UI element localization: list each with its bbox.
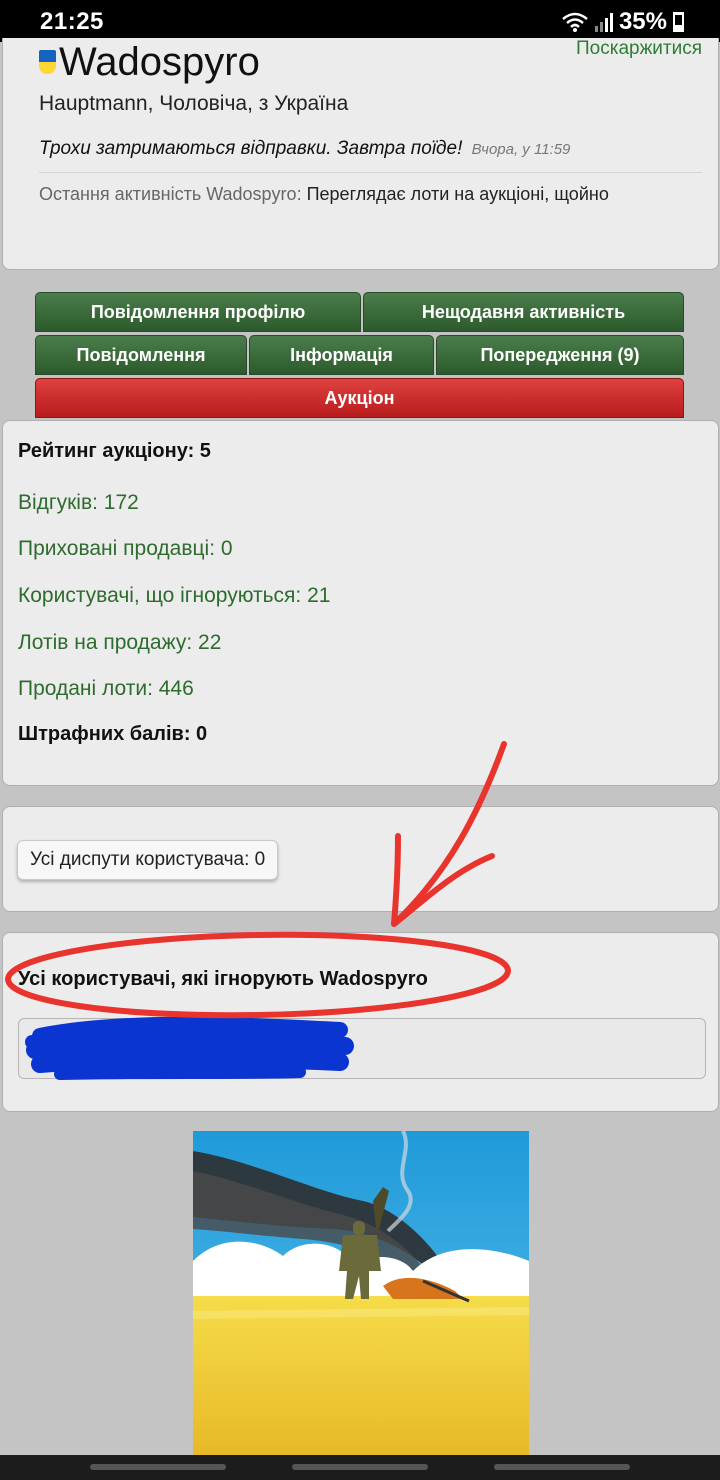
nav-handle[interactable] [90,1464,226,1470]
tab-warnings[interactable]: Попередження (9) [436,335,684,375]
divider [39,172,702,173]
profile-card: Поскаржитися Wadospyro Hauptmann, Чолові… [2,38,719,270]
nav-handle[interactable] [494,1464,630,1470]
auction-rating-card: Рейтинг аукціону: 5 Відгуків: 172 Прихов… [2,420,719,786]
tab-messages[interactable]: Повідомлення [35,335,247,375]
profile-from-prefix: з [258,92,269,115]
ukraine-flag-icon [39,50,56,74]
penalty-points: Штрафних балів: 0 [18,723,208,745]
feedbacks-link[interactable]: Відгуків: 172 [18,491,139,515]
all-disputes-button[interactable]: Усі диспути користувача: 0 [17,840,279,880]
clock: 21:25 [40,8,104,35]
ignored-users-link[interactable]: Користувачі, що ігноруються: 21 [18,584,330,608]
ignoring-users-card: Усі користувачі, які ігнорують Wadospyro [2,932,719,1112]
profile-subtitle: Hauptmann, Чоловіча, з Україна [39,92,349,115]
auction-rating: Рейтинг аукціону: 5 [18,440,211,462]
ignoring-users-list [18,1018,706,1079]
lots-for-sale-link[interactable]: Лотів на продажу: 22 [18,631,221,655]
profile-country: Україна [274,92,349,115]
activity-value: Переглядає лоти на аукціоні, щойно [306,184,609,204]
sold-lots-link[interactable]: Продані лоти: 446 [18,677,194,701]
status-message: Трохи затримаються відправки. Завтра пої… [39,138,463,159]
status-time: Вчора, у 11:59 [471,141,571,158]
wifi-icon [562,12,588,32]
nav-handle[interactable] [292,1464,428,1470]
ignoring-users-title: Усі користувачі, які ігнорують Wadospyro [18,968,428,990]
report-link[interactable]: Поскаржитися [576,38,702,60]
disputes-card: Усі диспути користувача: 0 [2,806,719,912]
tab-auction[interactable]: Аукціон [35,378,684,418]
activity-label: Остання активність Wadospyro: [39,184,302,204]
profile-username: Wadospyro [59,40,260,84]
signal-icon [594,12,613,32]
hidden-sellers-link[interactable]: Приховані продавці: 0 [18,537,233,561]
last-activity: Остання активність Wadospyro: Переглядає… [39,184,609,205]
system-nav-bar [0,1455,720,1480]
tab-info[interactable]: Інформація [249,335,434,375]
soldier-field-illustration [193,1131,529,1455]
status-message-line: Трохи затримаються відправки. Завтра пої… [39,138,570,160]
tab-profile-messages[interactable]: Повідомлення профілю [35,292,361,332]
battery-percent: 35% [618,8,667,35]
profile-rank: Hauptmann [39,92,148,115]
tab-recent-activity[interactable]: Нещодавня активність [363,292,684,332]
profile-gender: Чоловіча [159,92,248,115]
battery-icon [673,12,684,32]
status-bar: 21:25 35% [0,0,720,42]
